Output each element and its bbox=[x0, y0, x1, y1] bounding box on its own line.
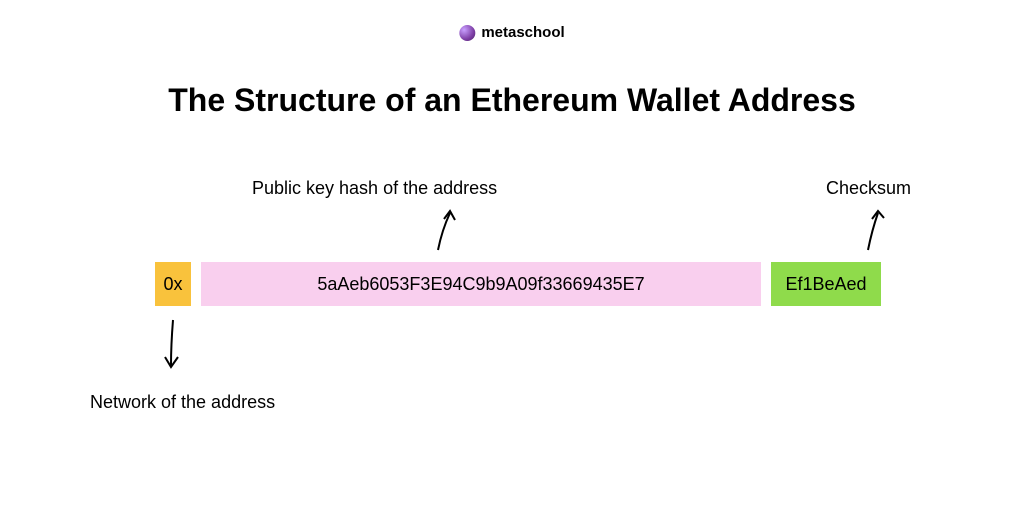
segment-hash: 5aAeb6053F3E94C9b9A09f33669435E7 bbox=[201, 262, 761, 306]
page-title: The Structure of an Ethereum Wallet Addr… bbox=[168, 82, 856, 119]
brand-name: metaschool bbox=[481, 24, 564, 41]
address-segments: 0x 5aAeb6053F3E94C9b9A09f33669435E7 Ef1B… bbox=[155, 262, 881, 306]
arrow-hash bbox=[430, 205, 460, 255]
arrow-checksum bbox=[860, 205, 890, 255]
arrow-network bbox=[158, 315, 188, 375]
segment-checksum: Ef1BeAed bbox=[771, 262, 881, 306]
brand-logo: metaschool bbox=[459, 24, 564, 41]
label-network: Network of the address bbox=[90, 392, 275, 413]
label-public-key-hash: Public key hash of the address bbox=[252, 178, 497, 199]
segment-prefix: 0x bbox=[155, 262, 191, 306]
label-checksum: Checksum bbox=[826, 178, 911, 199]
crystal-ball-icon bbox=[459, 25, 475, 41]
